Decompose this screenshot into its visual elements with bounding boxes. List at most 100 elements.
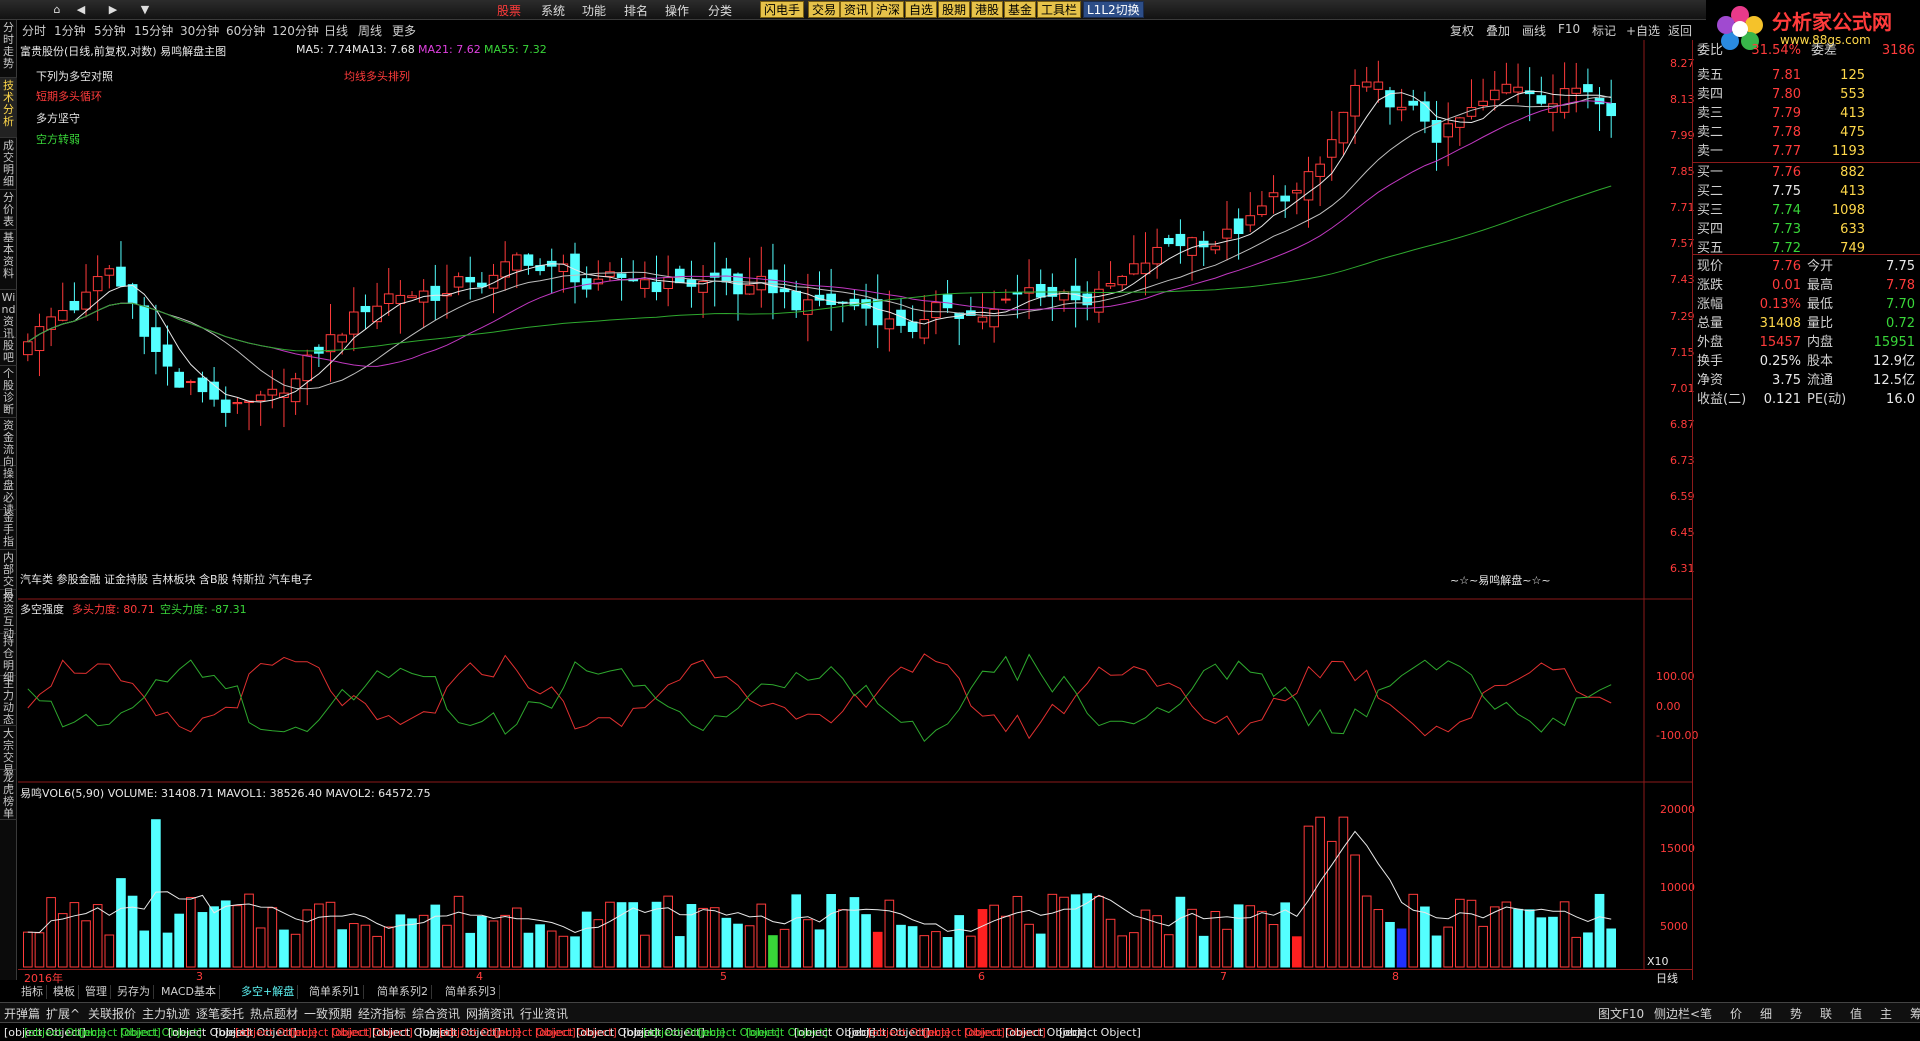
menu-function[interactable]: 功能: [582, 2, 606, 19]
add-watchlist-button[interactable]: +自选: [1626, 22, 1660, 39]
period-60min[interactable]: 60分钟: [226, 22, 265, 39]
menu-category[interactable]: 分类: [708, 2, 732, 19]
side-tab-14[interactable]: 主力动态: [0, 676, 17, 726]
side-function-button-3[interactable]: 价: [1730, 1005, 1742, 1022]
side-tab-13[interactable]: 持仓明细: [0, 634, 17, 684]
function-button-2[interactable]: 关联报价: [88, 1005, 136, 1022]
menu-stock[interactable]: 股票: [497, 2, 521, 19]
quick-watchlist[interactable]: 自选: [905, 1, 938, 18]
period-mode-label[interactable]: 日线: [1656, 970, 1678, 986]
function-button-4[interactable]: 逐笔委托: [196, 1005, 244, 1022]
quick-toolbar[interactable]: 工具栏: [1037, 1, 1082, 18]
function-button-9[interactable]: 网摘资讯: [466, 1005, 514, 1022]
bid-row[interactable]: 买四 7.73 633: [1697, 221, 1917, 239]
indicator-tab-1[interactable]: 模板: [50, 985, 79, 999]
price-chart[interactable]: [18, 40, 1692, 600]
period-5min[interactable]: 5分钟: [94, 22, 126, 39]
indicator-tab-2[interactable]: 管理: [82, 985, 111, 999]
quick-news[interactable]: 资讯: [840, 1, 873, 18]
side-function-button-9[interactable]: 筹: [1910, 1005, 1920, 1022]
indicator-tab-8[interactable]: 简单系列3: [442, 985, 500, 999]
quick-hk[interactable]: 港股: [971, 1, 1004, 18]
side-tab-4[interactable]: 基本资料: [0, 230, 17, 290]
volume-chart[interactable]: [18, 783, 1692, 969]
function-button-5[interactable]: 热点题材: [250, 1005, 298, 1022]
side-tab-3[interactable]: 分价表: [0, 190, 17, 230]
ask-row[interactable]: 卖二 7.78 475: [1697, 124, 1917, 142]
indicator-tab-6[interactable]: 简单系列1: [306, 985, 364, 999]
side-tab-6[interactable]: 股吧: [0, 338, 17, 366]
side-function-button-4[interactable]: 细: [1760, 1005, 1772, 1022]
quick-trade[interactable]: 交易: [808, 1, 841, 18]
side-tab-2[interactable]: 成交明细: [0, 138, 17, 190]
function-button-7[interactable]: 经济指标: [358, 1005, 406, 1022]
side-tab-11[interactable]: 内部交易: [0, 550, 17, 600]
return-button[interactable]: 返回: [1668, 22, 1694, 39]
side-tab-5[interactable]: Wind资讯: [0, 290, 17, 340]
indicator-tab-3[interactable]: 另存为: [114, 985, 154, 999]
indicator-tab-5[interactable]: 多空+解盘: [238, 985, 299, 999]
period-daily[interactable]: 日线: [324, 22, 348, 39]
ask-row[interactable]: 卖五 7.81 125: [1697, 67, 1917, 85]
menu-operation[interactable]: 操作: [665, 2, 689, 19]
function-button-10[interactable]: 行业资讯: [520, 1005, 568, 1022]
bull-bear-strength-chart[interactable]: [18, 600, 1692, 783]
menu-ranking[interactable]: 排名: [624, 2, 648, 19]
bid-row[interactable]: 买二 7.75 413: [1697, 183, 1917, 201]
period-weekly[interactable]: 周线: [358, 22, 382, 39]
side-tab-1[interactable]: 技术分析: [0, 78, 17, 138]
side-tab-12[interactable]: 投资互动: [0, 590, 17, 640]
period-120min[interactable]: 120分钟: [272, 22, 319, 39]
bid-row[interactable]: 买三 7.74 1098: [1697, 202, 1917, 220]
volume-bar: [1571, 936, 1582, 968]
side-tab-15[interactable]: 大宗交易: [0, 726, 17, 776]
side-function-button-0[interactable]: 图文F10: [1598, 1005, 1644, 1022]
side-tab-10[interactable]: 金手指: [0, 510, 17, 550]
indicator-tab-4[interactable]: MACD基本: [158, 985, 220, 999]
draw-line-button[interactable]: 画线: [1522, 22, 1546, 39]
side-function-button-5[interactable]: 势: [1790, 1005, 1802, 1022]
indicator-tab-7[interactable]: 简单系列2: [374, 985, 432, 999]
adjust-button[interactable]: 复权: [1450, 22, 1474, 39]
side-function-button-6[interactable]: 联: [1820, 1005, 1832, 1022]
side-function-button-8[interactable]: 主: [1880, 1005, 1892, 1022]
function-button-6[interactable]: 一致预期: [304, 1005, 352, 1022]
function-button-1[interactable]: 扩展^: [46, 1005, 80, 1022]
side-tab-0[interactable]: 分时走势: [0, 20, 17, 78]
side-tab-7[interactable]: 个股诊断: [0, 366, 17, 418]
side-tab-8[interactable]: 资金流向: [0, 418, 17, 468]
period-1min[interactable]: 1分钟: [54, 22, 86, 39]
home-icon[interactable]: ⌂: [46, 1, 68, 18]
side-tab-16[interactable]: 龙虎榜单: [0, 770, 17, 820]
ask-row[interactable]: 卖四 7.80 553: [1697, 86, 1917, 104]
side-tab-9[interactable]: 操盘必读: [0, 466, 17, 516]
bid-row[interactable]: 买五 7.72 749: [1697, 240, 1917, 258]
dropdown-icon[interactable]: ▼: [134, 1, 156, 18]
quick-futures[interactable]: 股期: [938, 1, 971, 18]
function-button-0[interactable]: 开弹篇: [4, 1005, 40, 1022]
back-icon[interactable]: ◀: [70, 1, 92, 18]
bid-row[interactable]: 买一 7.76 882: [1697, 164, 1917, 182]
side-function-button-7[interactable]: 值: [1850, 1005, 1862, 1022]
period-more[interactable]: 更多: [392, 22, 416, 39]
quick-flash-trader[interactable]: 闪电手: [760, 1, 805, 18]
quick-shsz[interactable]: 沪深: [872, 1, 905, 18]
function-button-8[interactable]: 综合资讯: [412, 1005, 460, 1022]
ask-row[interactable]: 卖一 7.77 1193: [1697, 143, 1917, 161]
forward-icon[interactable]: ▶: [102, 1, 124, 18]
ask-row[interactable]: 卖三 7.79 413: [1697, 105, 1917, 123]
quick-fund[interactable]: 基金: [1004, 1, 1037, 18]
indicator-tab-0[interactable]: 指标: [18, 985, 47, 999]
volume-bar: [1513, 908, 1523, 968]
overlay-button[interactable]: 叠加: [1486, 22, 1510, 39]
menu-system[interactable]: 系统: [541, 2, 565, 19]
side-function-button-2[interactable]: 笔: [1700, 1005, 1712, 1022]
side-function-button-1[interactable]: 侧边栏<: [1654, 1005, 1700, 1022]
f10-button[interactable]: F10: [1558, 22, 1580, 36]
quick-l1l2-switch[interactable]: L1L2切换: [1083, 1, 1144, 18]
period-30min[interactable]: 30分钟: [180, 22, 219, 39]
function-button-3[interactable]: 主力轨迹: [142, 1005, 190, 1022]
period-15min[interactable]: 15分钟: [134, 22, 173, 39]
mark-button[interactable]: 标记: [1592, 22, 1616, 39]
period-intraday[interactable]: 分时: [22, 22, 46, 39]
